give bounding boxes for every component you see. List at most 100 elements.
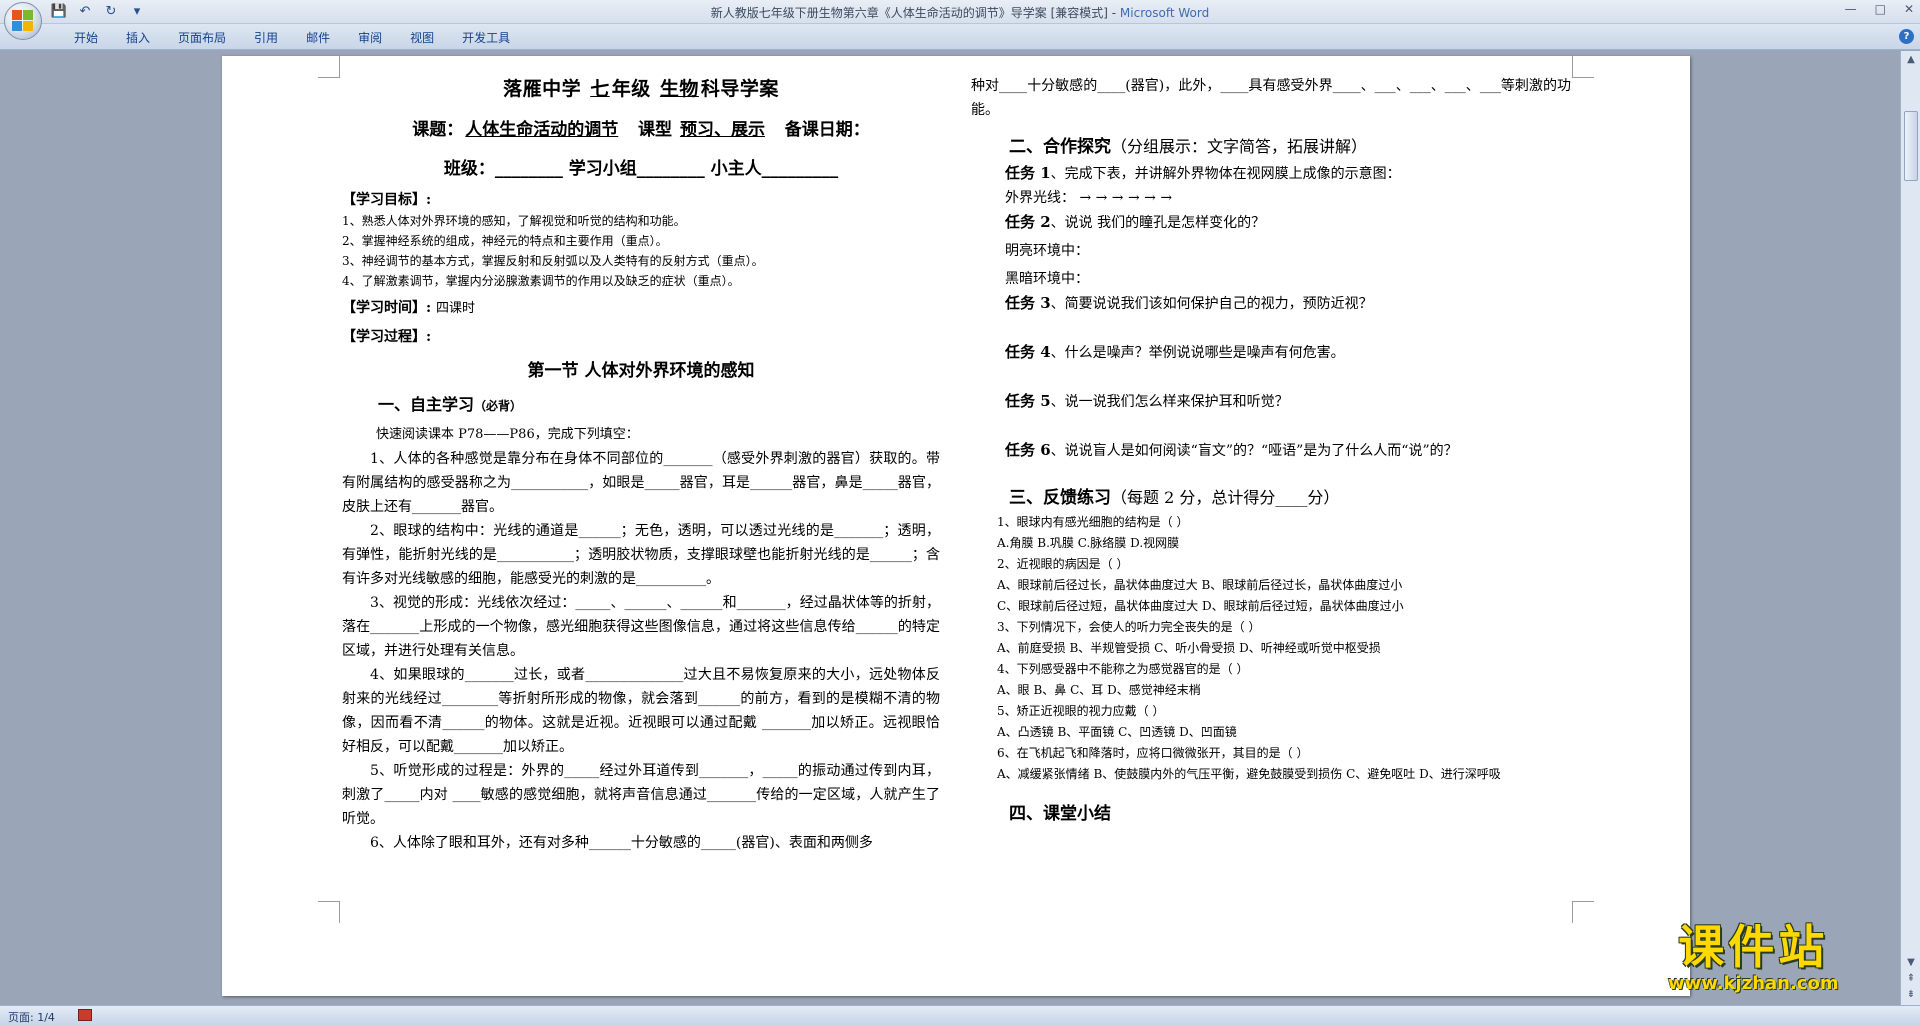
grade-label: 年级 (611, 78, 651, 100)
task-text: 、说说盲人是如何阅读“盲文”的？“哑语”是为了什么人而“说”的？ (1050, 443, 1458, 459)
subject-value: 生物 (659, 78, 699, 100)
paragraph: 6、人体除了眼和耳外，还有对多种______十分敏感的_____(器官)、表面和… (370, 835, 873, 851)
type-label: 课型 (638, 120, 673, 140)
paragraph: 5、听觉形成的过程是：外界的_____经过外耳道传到_______，_____的… (342, 763, 940, 827)
right-column: 种对____十分敏感的____(器官)，此外，____具有感受外界____、__… (971, 74, 1571, 828)
cooperation-note: （分组展示：文字简答，拓展讲解） (1111, 137, 1368, 156)
tab-insert[interactable]: 插入 (112, 29, 164, 47)
dark-env: 黑暗环境中： (1005, 271, 1089, 287)
quiz-line: A、减缓紧张情绪 B、使鼓膜内外的气压平衡，避免鼓膜受到损伤 C、避免呕吐 D、… (997, 767, 1501, 781)
topic-line: 课题： 人体生命活动的调节 课型 预习、展示 备课日期： (342, 115, 940, 140)
topic-value: 人体生命活动的调节 (465, 120, 619, 140)
office-logo-icon (12, 10, 34, 32)
summary-heading: 四、课堂小结 (1009, 804, 1111, 824)
tab-home[interactable]: 开始 (60, 29, 112, 47)
tab-review[interactable]: 审阅 (344, 29, 396, 47)
quiz-line: A、凸透镜 B、平面镜 C、凹透镜 D、凹面镜 (997, 725, 1237, 739)
paragraph: 3、视觉的形成：光线依次经过：_____、______、______和_____… (342, 595, 940, 659)
section-title: 第一节 人体对外界环境的感知 (527, 361, 755, 381)
time-line: 【学习时间】: 四课时 (342, 297, 940, 320)
close-button[interactable]: ✕ (1904, 2, 1914, 16)
task-4: 任务 4、什么是噪声？举例说说哪些是噪声有何危害。 (1005, 340, 1571, 365)
task-label: 任务 2 (1005, 213, 1051, 231)
task-text: 、说一说我们怎么样来保护耳和听觉？ (1050, 394, 1289, 410)
feedback-heading: 三、反馈练习（每题 2 分，总计得分____分） (1009, 483, 1571, 508)
cooperation-title: 二、合作探究 (1009, 137, 1111, 157)
task-3: 任务 3、简要说说我们该如何保护自己的视力，预防近视？ (1005, 291, 1571, 316)
crop-mark (318, 56, 340, 78)
paragraph-continued: 种对____十分敏感的____(器官)，此外，____具有感受外界____、__… (971, 78, 1571, 118)
quiz-line: A、眼 B、鼻 C、耳 D、感觉神经末梢 (997, 683, 1201, 697)
tab-view[interactable]: 视图 (396, 29, 448, 47)
watermark-brand: 课件站 (1678, 920, 1829, 974)
goals-list: 1、熟悉人体对外界环境的感知，了解视觉和听觉的结构和功能。 2、掌握神经系统的组… (342, 211, 940, 291)
scroll-down-icon[interactable]: ▼ (1904, 956, 1918, 970)
school-name: 落雁中学 (503, 78, 582, 100)
status-bar: 页面: 1/4 (0, 1005, 1920, 1025)
task-label: 任务 5 (1005, 392, 1051, 410)
goal-item: 1、熟悉人体对外界环境的感知，了解视觉和听觉的结构和功能。 (342, 214, 686, 228)
feedback-note: （每题 2 分，总计得分____分） (1111, 488, 1340, 507)
class-line: 班级：________ 学习小组________ 小主人_________ (443, 159, 839, 179)
task-1: 任务 1、完成下表，并讲解外界物体在视网膜上成像的示意图： (1005, 161, 1571, 186)
minimize-button[interactable]: — (1845, 2, 1857, 16)
task-label: 任务 4 (1005, 343, 1051, 361)
tab-page-layout[interactable]: 页面布局 (164, 29, 240, 47)
paragraph: 4、如果眼球的_______过长，或者______________过大且不易恢复… (342, 667, 940, 755)
task-text: 、说说 我们的瞳孔是怎样变化的？ (1050, 215, 1266, 231)
quiz-list: 1、眼球内有感光细胞的结构是（ ） A.角膜 B.巩膜 C.脉络膜 D.视网膜 … (971, 512, 1571, 785)
prev-page-icon[interactable]: ⇞ (1904, 972, 1918, 986)
task-label: 任务 3 (1005, 294, 1051, 312)
subject-label: 科导学案 (700, 78, 779, 100)
scroll-up-icon[interactable]: ▲ (1904, 53, 1918, 67)
crop-mark (1572, 901, 1594, 923)
self-study-note: （必背） (474, 399, 523, 413)
vertical-scrollbar[interactable]: ▲ ▼ ⇞ ⇟ (1900, 51, 1920, 1005)
school-heading: 落雁中学 七年级 生物 科导学案 (342, 74, 940, 101)
document-page[interactable]: 落雁中学 七年级 生物 科导学案 课题： 人体生命活动的调节 课型 预习、展示 备课… (222, 56, 1690, 996)
topic-label: 课题： (412, 120, 464, 140)
self-study-title: 一、自主学习 (378, 395, 475, 414)
task-2: 任务 2、说说 我们的瞳孔是怎样变化的？ (1005, 210, 1571, 235)
watermark-logo: 课件站 www.kjzhan.com (1668, 920, 1839, 994)
help-icon[interactable]: ? (1899, 29, 1914, 44)
tab-references[interactable]: 引用 (240, 29, 292, 47)
tab-developer[interactable]: 开发工具 (448, 29, 524, 47)
paragraph: 2、眼球的结构中：光线的通道是______；无色，透明，可以透过光线的是____… (342, 523, 940, 587)
task-label: 任务 1 (1005, 164, 1051, 182)
task-label: 任务 6 (1005, 441, 1051, 459)
date-label: 备课日期： (784, 120, 870, 140)
ribbon: 开始 插入 页面布局 引用 邮件 审阅 视图 开发工具 ? (0, 24, 1920, 50)
window-controls: — □ ✕ (1845, 2, 1914, 16)
title-bar: 💾 ↶ ↻ ▾ 新人教版七年级下册生物第六章《人体生命活动的调节》导学案 [兼容… (0, 0, 1920, 40)
task-text: 、简要说说我们该如何保护自己的视力，预防近视？ (1050, 296, 1373, 312)
time-title: 【学习时间】: (342, 300, 432, 316)
quiz-line: 4、下列感受器中不能称之为感觉器官的是（ ） (997, 662, 1249, 676)
goal-item: 4、了解激素调节，掌握内分泌腺激素调节的作用以及缺乏的症状（重点）。 (342, 274, 740, 288)
grade-value: 七 (590, 78, 610, 100)
page-indicator[interactable]: 页面: 1/4 (8, 1009, 55, 1025)
spelling-check-icon[interactable] (78, 1009, 92, 1021)
task-6: 任务 6、说说盲人是如何阅读“盲文”的？“哑语”是为了什么人而“说”的？ (1005, 438, 1571, 463)
cooperation-heading: 二、合作探究（分组展示：文字简答，拓展讲解） (1009, 132, 1571, 157)
next-page-icon[interactable]: ⇟ (1904, 988, 1918, 1002)
quiz-line: 5、矫正近视眼的视力应戴（ ） (997, 704, 1165, 718)
self-study-heading: 一、自主学习（必背） (378, 391, 940, 415)
office-button[interactable] (4, 2, 42, 40)
scroll-thumb[interactable] (1904, 111, 1918, 181)
task-text: 、什么是噪声？举例说说哪些是噪声有何危害。 (1050, 345, 1345, 361)
time-value: 四课时 (436, 301, 476, 316)
quiz-line: A、眼球前后径过长，晶状体曲度过大 B、眼球前后径过长，晶状体曲度过小 (997, 578, 1403, 592)
maximize-button[interactable]: □ (1875, 2, 1886, 16)
goal-item: 3、神经调节的基本方式，掌握反射和反射弧以及人类特有的反射方式（重点）。 (342, 254, 764, 268)
quiz-line: 3、下列情况下，会使人的听力完全丧失的是（ ） (997, 620, 1261, 634)
feedback-title: 三、反馈练习 (1009, 488, 1111, 508)
window-title: 新人教版七年级下册生物第六章《人体生命活动的调节》导学案 [兼容模式] - Mi… (0, 4, 1920, 21)
type-value: 预习、展示 (679, 120, 765, 140)
tab-mailings[interactable]: 邮件 (292, 29, 344, 47)
ribbon-tabs: 开始 插入 页面布局 引用 邮件 审阅 视图 开发工具 (60, 29, 524, 47)
paragraph: 1、人体的各种感觉是靠分布在身体不同部位的_______（感受外界刺激的器官）获… (342, 451, 940, 515)
quiz-line: 6、在飞机起飞和降落时，应将口微微张开，其目的是（ ） (997, 746, 1309, 760)
task-5: 任务 5、说一说我们怎么样来保护耳和听觉？ (1005, 389, 1571, 414)
crop-mark (1572, 56, 1594, 78)
